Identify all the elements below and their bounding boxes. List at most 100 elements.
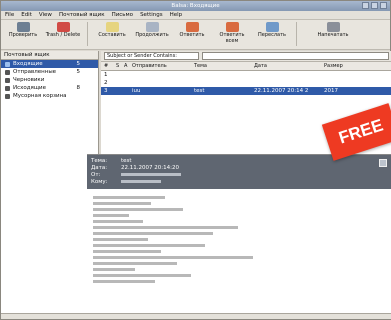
col-date[interactable]: Дата (251, 63, 321, 69)
reply-all-button[interactable]: Ответить всем (214, 22, 250, 44)
window-title: Balsa: Входящие (171, 3, 220, 9)
drafts-icon (5, 77, 10, 83)
folder-outbox[interactable]: Исходящие 8 (1, 84, 98, 92)
filter-input[interactable] (202, 52, 389, 60)
folder-count: 8 (76, 85, 81, 91)
menu-bar: File Edit View Почтовый ящик Письмо Sett… (1, 11, 390, 20)
message-sender: iuu (132, 88, 141, 94)
close-icon[interactable] (380, 2, 387, 9)
message-preview: Тема: test Дата: 22.11.2007 20:14:20 От:… (87, 154, 391, 314)
menu-help[interactable]: Help (170, 12, 183, 18)
continue-label: Продолжить (135, 32, 169, 38)
mailbox-header-label: Почтовый ящик (4, 52, 50, 58)
reply-all-icon (225, 22, 239, 32)
to-value (121, 180, 161, 183)
title-bar: Balsa: Входящие (1, 1, 390, 11)
message-row-selected[interactable]: 3 iuu test 22.11.2007 20:14 2 2017 (101, 87, 391, 95)
from-label: От: (91, 171, 101, 178)
message-row[interactable]: 1 (101, 71, 391, 79)
compose-icon (105, 22, 119, 32)
menu-mailbox[interactable]: Почтовый ящик (59, 12, 105, 18)
print-label: Напечатать (317, 32, 349, 38)
col-subject[interactable]: Тема (191, 63, 251, 69)
toolbar-separator (87, 22, 88, 46)
forward-icon (265, 22, 279, 32)
menu-settings[interactable]: Settings (140, 12, 163, 18)
filter-select[interactable]: Subject or Sender Contains: (104, 52, 199, 60)
message-subject: test (194, 88, 205, 94)
subject-label: Тема: (91, 157, 108, 164)
col-status[interactable]: S (113, 63, 121, 69)
menu-file[interactable]: File (5, 12, 14, 18)
toolbar: Проверить Trash / Delete Составить Продо… (1, 20, 390, 50)
status-bar (1, 313, 391, 319)
folder-label: Черновики (13, 77, 45, 83)
message-number: 2 (104, 80, 108, 86)
date-row: Дата: 22.11.2007 20:14:20 (91, 164, 388, 171)
folder-trash[interactable]: Мусорная корзина (1, 92, 98, 100)
folder-label: Мусорная корзина (13, 93, 67, 99)
sent-icon (5, 69, 10, 75)
col-size[interactable]: Размер (321, 63, 381, 69)
mailbox-tree-header[interactable]: Почтовый ящик (1, 51, 98, 60)
message-number: 3 (104, 88, 108, 94)
message-list-header: # S A Отправитель Тема Дата Размер (101, 62, 391, 71)
check-mail-label: Проверить (8, 32, 38, 38)
minimize-icon[interactable] (362, 2, 369, 9)
col-attachment[interactable]: A (121, 63, 129, 69)
menu-message[interactable]: Письмо (112, 12, 134, 18)
forward-label: Переслать (258, 32, 286, 38)
filter-bar: Subject or Sender Contains: (101, 51, 391, 62)
print-button[interactable]: Напечатать (303, 22, 363, 39)
compose-label: Составить (98, 32, 126, 38)
message-number: 1 (104, 72, 108, 78)
delete-label: Trash / Delete (45, 32, 81, 38)
mailbox-tree: Почтовый ящик Входящие 5 Отправленные 5 … (1, 51, 99, 315)
folder-sent[interactable]: Отправленные 5 (1, 68, 98, 76)
folder-inbox[interactable]: Входящие 5 (1, 60, 98, 68)
message-body (87, 189, 391, 290)
mail-window: Balsa: Входящие File Edit View Почтовый … (0, 0, 391, 320)
toolbar-separator (296, 22, 297, 46)
maximize-icon[interactable] (371, 2, 378, 9)
subject-row: Тема: test (91, 157, 388, 164)
reply-icon (185, 22, 199, 32)
inbox-icon (5, 61, 10, 67)
folder-label: Входящие (13, 61, 43, 67)
from-row: От: (91, 171, 388, 178)
forward-button[interactable]: Переслать (254, 22, 290, 39)
folder-label: Отправленные (13, 69, 57, 75)
reply-button[interactable]: Ответить (174, 22, 210, 39)
menu-view[interactable]: View (39, 12, 52, 18)
check-mail-button[interactable]: Проверить (5, 22, 41, 39)
message-headers: Тема: test Дата: 22.11.2007 20:14:20 От:… (87, 155, 391, 189)
check-mail-icon (16, 22, 30, 32)
window-controls (362, 2, 387, 9)
continue-button[interactable]: Продолжить (134, 22, 170, 39)
folder-label: Исходящие (13, 85, 47, 91)
folder-count: 5 (76, 69, 81, 75)
menu-edit[interactable]: Edit (21, 12, 32, 18)
folder-count: 5 (76, 61, 81, 67)
print-icon (326, 22, 340, 32)
outbox-icon (5, 85, 10, 91)
reply-all-label: Ответить всем (219, 32, 245, 44)
folder-drafts[interactable]: Черновики (1, 76, 98, 84)
message-date: 22.11.2007 20:14 2 (254, 88, 309, 94)
to-label: Кому: (91, 178, 108, 185)
message-size: 2017 (324, 88, 338, 94)
continue-icon (145, 22, 159, 32)
print-message-icon[interactable] (379, 159, 387, 167)
col-number[interactable]: # (101, 63, 113, 69)
from-value (121, 173, 181, 176)
col-sender[interactable]: Отправитель (129, 63, 191, 69)
compose-button[interactable]: Составить (94, 22, 130, 39)
reply-label: Ответить (179, 32, 205, 38)
date-value: 22.11.2007 20:14:20 (121, 164, 179, 171)
trash-folder-icon (5, 93, 10, 99)
trash-icon (56, 22, 70, 32)
message-row[interactable]: 2 (101, 79, 391, 87)
to-row: Кому: (91, 178, 388, 185)
delete-button[interactable]: Trash / Delete (45, 22, 81, 39)
subject-value: test (121, 157, 132, 164)
